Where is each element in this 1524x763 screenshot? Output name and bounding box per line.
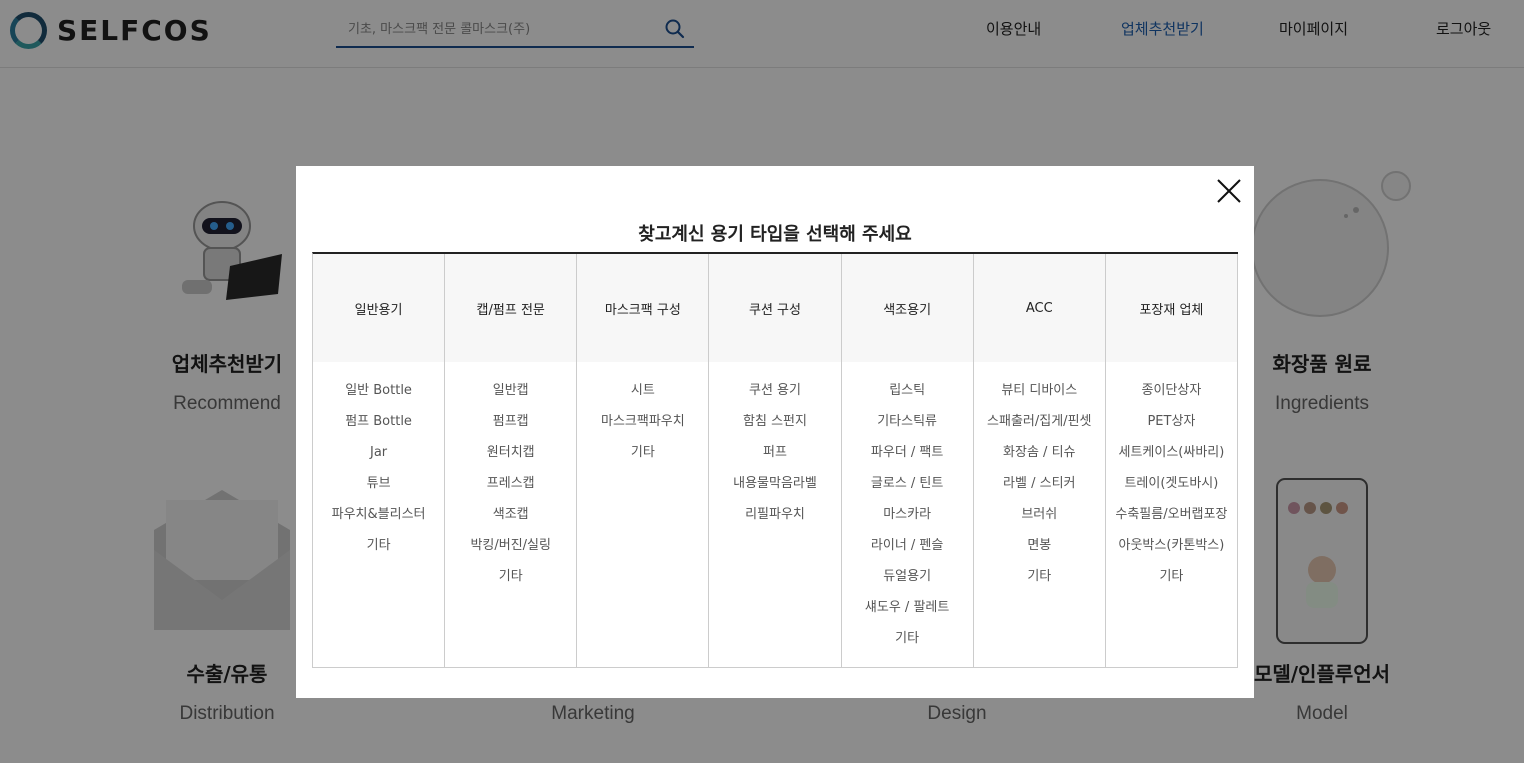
category-item[interactable]: 뷰티 디바이스 [974,380,1105,411]
category-item[interactable]: 일반캡 [445,380,576,411]
category-item[interactable]: 라이너 / 펜슬 [842,535,973,566]
category-item[interactable]: 기타 [577,442,708,473]
category-header: 색조용기 [841,254,973,362]
category-item[interactable]: 스패출러/집게/핀셋 [974,411,1105,442]
category-item[interactable]: 수축필름/오버랩포장 [1106,504,1237,535]
category-item[interactable]: 마스카라 [842,504,973,535]
category-item[interactable]: 일반 Bottle [313,380,444,411]
category-column: 캡/펌프 전문 일반캡 펌프캡 원터치캡 프레스캡 색조캡 박킹/버진/실링 기타 [445,254,578,667]
category-item[interactable]: 기타 [842,628,973,659]
category-item[interactable]: 퍼프 [709,442,840,473]
category-header: 일반용기 [313,254,445,362]
category-item-list: 쿠션 용기 함침 스펀지 퍼프 내용물막음라벨 리필파우치 [709,362,840,535]
category-item[interactable]: 듀얼용기 [842,566,973,597]
category-item[interactable]: 세트케이스(싸바리) [1106,442,1237,473]
category-item[interactable]: 시트 [577,380,708,411]
category-column: 마스크팩 구성 시트 마스크팩파우치 기타 [577,254,710,667]
category-header: 포장재 업체 [1105,254,1237,362]
category-item-list: 립스틱 기타스틱류 파우더 / 팩트 글로스 / 틴트 마스카라 라이너 / 펜슬 듀얼용기… [842,362,973,659]
category-item-list: 시트 마스크팩파우치 기타 [577,362,708,473]
category-column: 쿠션 구성 쿠션 용기 함침 스펀지 퍼프 내용물막음라벨 리필파우치 [709,254,842,667]
category-column: 일반용기 일반 Bottle 펌프 Bottle Jar 튜브 파우치&블리스터 기타 [313,254,446,667]
category-item[interactable]: 리필파우치 [709,504,840,535]
category-header: 캡/펌프 전문 [445,254,577,362]
category-item[interactable]: Jar [313,442,444,473]
category-header: 쿠션 구성 [709,254,841,362]
category-column: ACC 뷰티 디바이스 스패출러/집게/핀셋 화장솜 / 티슈 라벨 / 스티커 브러쉬 면… [973,254,1106,667]
category-item[interactable]: 기타 [1106,566,1237,597]
category-column: 포장재 업체 종이단상자 PET상자 세트케이스(싸바리) 트레이(겟도바시) 수축필름/… [1105,254,1238,667]
category-item[interactable]: 파우치&블리스터 [313,504,444,535]
category-item-list: 종이단상자 PET상자 세트케이스(싸바리) 트레이(겟도바시) 수축필름/오버랩포장 아… [1106,362,1237,597]
category-item[interactable]: 펌프 Bottle [313,411,444,442]
category-item[interactable]: 아웃박스(카톤박스) [1106,535,1237,566]
category-item[interactable]: 펌프캡 [445,411,576,442]
category-item[interactable]: PET상자 [1106,411,1237,442]
category-item[interactable]: 내용물막음라벨 [709,473,840,504]
category-item[interactable]: 브러쉬 [974,504,1105,535]
modal-title: 찾고계신 용기 타입을 선택해 주세요 [638,224,912,245]
category-item[interactable]: 기타스틱류 [842,411,973,442]
category-header: ACC [973,254,1105,362]
category-item[interactable]: 색조캡 [445,504,576,535]
category-item[interactable]: 기타 [974,566,1105,597]
category-item[interactable]: 종이단상자 [1106,380,1237,411]
category-item[interactable]: 라벨 / 스티커 [974,473,1105,504]
category-item[interactable]: 박킹/버진/실링 [445,535,576,566]
category-item[interactable]: 원터치캡 [445,442,576,473]
category-item[interactable]: 면봉 [974,535,1105,566]
category-item[interactable]: 튜브 [313,473,444,504]
category-item[interactable]: 프레스캡 [445,473,576,504]
category-item[interactable]: 립스틱 [842,380,973,411]
category-item[interactable]: 파우더 / 팩트 [842,442,973,473]
category-grid: 일반용기 일반 Bottle 펌프 Bottle Jar 튜브 파우치&블리스터 기타 캡/펌… [312,252,1238,668]
category-item-list: 일반 Bottle 펌프 Bottle Jar 튜브 파우치&블리스터 기타 [313,362,444,566]
category-item[interactable]: 마스크팩파우치 [577,411,708,442]
container-type-modal: 찾고계신 용기 타입을 선택해 주세요 일반용기 일반 Bottle 펌프 Bott… [296,166,1254,698]
category-column: 색조용기 립스틱 기타스틱류 파우더 / 팩트 글로스 / 틴트 마스카라 라이너 / 펜슬… [841,254,974,667]
category-header: 마스크팩 구성 [577,254,709,362]
close-icon[interactable] [1216,178,1242,204]
category-item[interactable]: 기타 [313,535,444,566]
category-item[interactable]: 섀도우 / 팔레트 [842,597,973,628]
category-item[interactable]: 글로스 / 틴트 [842,473,973,504]
category-item-list: 일반캡 펌프캡 원터치캡 프레스캡 색조캡 박킹/버진/실링 기타 [445,362,576,597]
category-item[interactable]: 기타 [445,566,576,597]
category-item[interactable]: 쿠션 용기 [709,380,840,411]
category-item-list: 뷰티 디바이스 스패출러/집게/핀셋 화장솜 / 티슈 라벨 / 스티커 브러쉬 면봉 기타 [974,362,1105,597]
category-item[interactable]: 트레이(겟도바시) [1106,473,1237,504]
category-item[interactable]: 함침 스펀지 [709,411,840,442]
category-item[interactable]: 화장솜 / 티슈 [974,442,1105,473]
